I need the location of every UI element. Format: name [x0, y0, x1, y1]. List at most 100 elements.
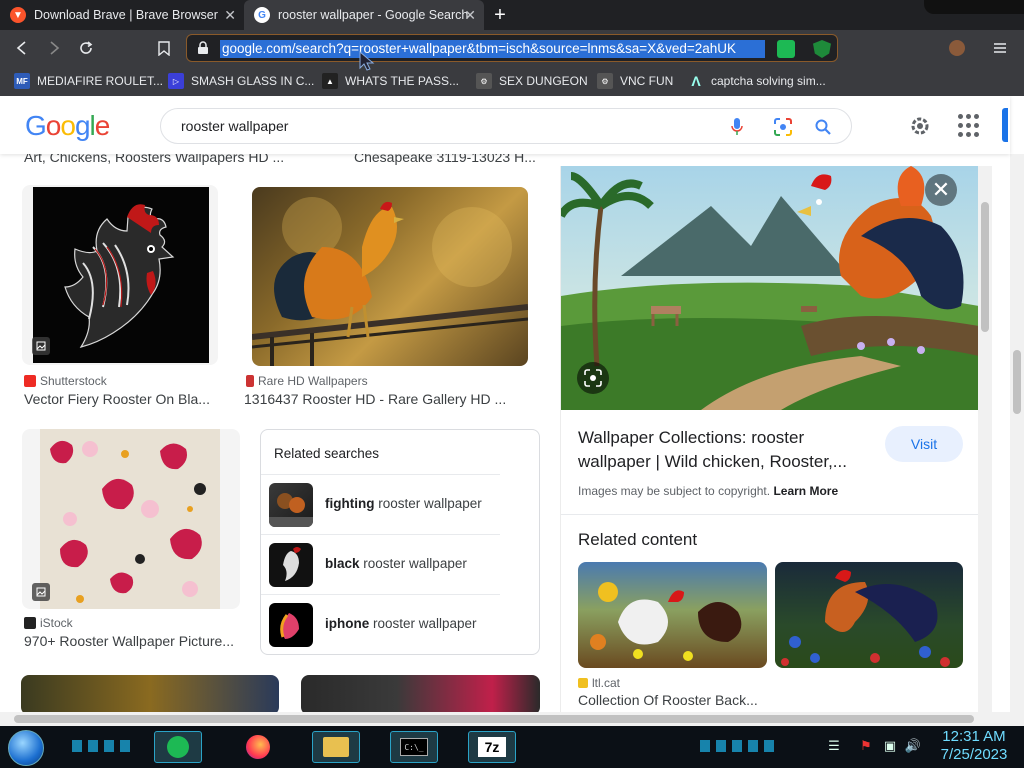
preview-image[interactable]	[561, 166, 979, 410]
bookmark-mediafire[interactable]: MF MEDIAFIRE ROULET...	[14, 71, 163, 91]
forward-arrow-icon[interactable]	[43, 38, 65, 58]
bookmark-sex-dungeon[interactable]: ⚙ SEX DUNGEON	[476, 71, 588, 91]
smash-icon: ▷	[168, 73, 184, 89]
preview-title[interactable]: Wallpaper Collections: rooster wallpaper…	[578, 426, 868, 474]
result-image-rooster-pattern[interactable]	[22, 429, 240, 609]
bookmarks-bar: MF MEDIAFIRE ROULET... ▷ SMASH GLASS IN …	[0, 66, 1024, 96]
related-content-source[interactable]: ltl.cat	[578, 676, 620, 690]
browser-toolbar: google.com/search?q=rooster+wallpaper&tb…	[0, 30, 1024, 66]
google-apps-icon[interactable]	[958, 114, 982, 138]
dungeon-icon: ⚙	[476, 73, 492, 89]
result-caption[interactable]: 970+ Rooster Wallpaper Picture...	[24, 633, 234, 649]
related-search-fighting[interactable]: fighting rooster wallpaper	[261, 474, 500, 534]
result-image-rooster-hd[interactable]	[252, 187, 528, 366]
image-badge-icon	[32, 583, 50, 601]
page-scrollbar[interactable]	[1010, 154, 1024, 712]
google-lens-icon[interactable]	[771, 115, 795, 139]
taskbar-file-explorer-icon[interactable]	[312, 731, 360, 763]
extension-chat-icon[interactable]	[777, 40, 795, 58]
result-image-partial-1[interactable]	[21, 675, 279, 712]
shutterstock-icon	[24, 375, 36, 387]
settings-gear-icon[interactable]	[906, 112, 934, 140]
pass-icon: ▲	[322, 73, 338, 89]
related-content-image-1[interactable]	[578, 562, 767, 668]
new-tab-plus-icon[interactable]: +	[488, 4, 512, 26]
sign-in-button-edge[interactable]	[1002, 108, 1008, 142]
bookmark-whats-the-pass[interactable]: ▲ WHATS THE PASS...	[322, 71, 459, 91]
google-logo[interactable]: Google	[25, 110, 110, 142]
horizontal-scroll-thumb[interactable]	[14, 715, 974, 723]
close-preview-icon[interactable]: ✕	[925, 174, 957, 206]
divider	[561, 514, 979, 515]
bookmark-icon[interactable]	[153, 38, 175, 58]
related-search-black[interactable]: black rooster wallpaper	[261, 534, 500, 594]
result-image-partial-2[interactable]	[301, 675, 540, 712]
lens-search-icon[interactable]	[577, 362, 609, 394]
result-source[interactable]: Shutterstock	[24, 374, 107, 388]
system-clock[interactable]: 12:31 AM 7/25/2023	[928, 728, 1020, 764]
bookmark-smash-glass[interactable]: ▷ SMASH GLASS IN C...	[168, 71, 314, 91]
image-preview-panel: ✕ Wallpaper Collections: rooster wallpap…	[560, 166, 979, 712]
result-image-fiery-rooster[interactable]	[22, 185, 218, 365]
microphone-icon[interactable]	[725, 115, 749, 139]
related-thumb	[269, 603, 313, 647]
tab-brave-download[interactable]: ▼ Download Brave | Brave Browser ✕	[0, 0, 244, 30]
show-hidden-icons-icon[interactable]: ☰	[826, 738, 842, 754]
search-icon[interactable]	[811, 115, 835, 139]
copyright-notice: Images may be subject to copyright. Lear…	[578, 484, 839, 498]
related-content-image-2[interactable]	[775, 562, 963, 668]
network-icon[interactable]: ▣	[882, 738, 898, 754]
taskbar-7zip-icon[interactable]: 7z	[468, 731, 516, 763]
clock-date: 7/25/2023	[940, 746, 1008, 763]
action-center-flag-icon[interactable]: ⚑	[858, 738, 874, 754]
panel-scroll-thumb[interactable]	[981, 202, 989, 332]
result-source[interactable]: iStock	[24, 616, 73, 630]
address-bar[interactable]: google.com/search?q=rooster+wallpaper&tb…	[186, 34, 838, 62]
google-images-page: Google rooster wallpaper Art, Chickens, …	[0, 96, 1024, 712]
page-scroll-thumb[interactable]	[1013, 350, 1021, 414]
clock-time: 12:31 AM	[942, 728, 1006, 745]
start-orb-icon[interactable]	[8, 730, 44, 766]
related-searches-card: Related searches fighting rooster wallpa…	[260, 429, 540, 655]
menu-hamburger-icon[interactable]	[993, 41, 1007, 55]
tab-google-search[interactable]: G rooster wallpaper - Google Search ✕	[244, 0, 484, 30]
lock-icon[interactable]	[197, 41, 209, 60]
profile-avatar[interactable]	[949, 40, 965, 56]
mediafire-icon: MF	[14, 73, 30, 89]
tab-title: rooster wallpaper - Google Search	[278, 8, 469, 22]
taskbar: C:\_ 7z ☰ ⚑ ▣ 🔊 12:31 AM 7/25/2023	[0, 726, 1024, 768]
result-source[interactable]: Rare HD Wallpapers	[246, 374, 368, 388]
brave-shield-icon[interactable]	[813, 40, 831, 58]
google-favicon-icon: G	[254, 7, 270, 23]
horizontal-scrollbar[interactable]	[0, 712, 1024, 726]
search-input[interactable]: rooster wallpaper	[181, 118, 288, 134]
mouse-cursor-icon	[358, 50, 380, 77]
reload-icon[interactable]	[75, 38, 97, 58]
bookmark-captcha[interactable]: Λ captcha solving sim...	[688, 71, 825, 91]
window-controls	[924, 0, 1024, 14]
related-content-title: Related content	[578, 530, 698, 549]
result-caption[interactable]: 1316437 Rooster HD - Rare Gallery HD ...	[244, 391, 506, 407]
close-tab-icon[interactable]: ✕	[464, 7, 476, 24]
ltl-cat-icon	[578, 678, 588, 688]
related-content-caption[interactable]: Collection Of Rooster Back...	[578, 692, 758, 708]
back-arrow-icon[interactable]	[11, 38, 33, 58]
visit-button[interactable]: Visit	[885, 426, 963, 462]
taskbar-firefox-icon[interactable]	[234, 731, 282, 763]
tab-strip: ▼ Download Brave | Brave Browser ✕ G roo…	[0, 0, 1024, 30]
taskbar-chat-app-icon[interactable]	[154, 731, 202, 763]
close-tab-icon[interactable]: ✕	[224, 7, 236, 24]
bookmark-vnc-fun[interactable]: ⚙ VNC FUN	[597, 71, 673, 91]
related-search-iphone[interactable]: iphone rooster wallpaper	[261, 594, 500, 654]
rare-hd-icon	[246, 375, 254, 387]
panel-scrollbar[interactable]	[978, 166, 992, 712]
related-thumb	[269, 483, 313, 527]
result-caption[interactable]: Vector Fiery Rooster On Bla...	[24, 391, 210, 407]
volume-icon[interactable]: 🔊	[905, 738, 921, 754]
taskbar-cmd-icon[interactable]: C:\_	[390, 731, 438, 763]
tab-title: Download Brave | Brave Browser	[34, 8, 218, 22]
url-text[interactable]: google.com/search?q=rooster+wallpaper&tb…	[220, 40, 765, 58]
brave-icon: ▼	[10, 7, 26, 23]
search-box[interactable]: rooster wallpaper	[160, 108, 852, 144]
learn-more-link[interactable]: Learn More	[773, 484, 838, 498]
